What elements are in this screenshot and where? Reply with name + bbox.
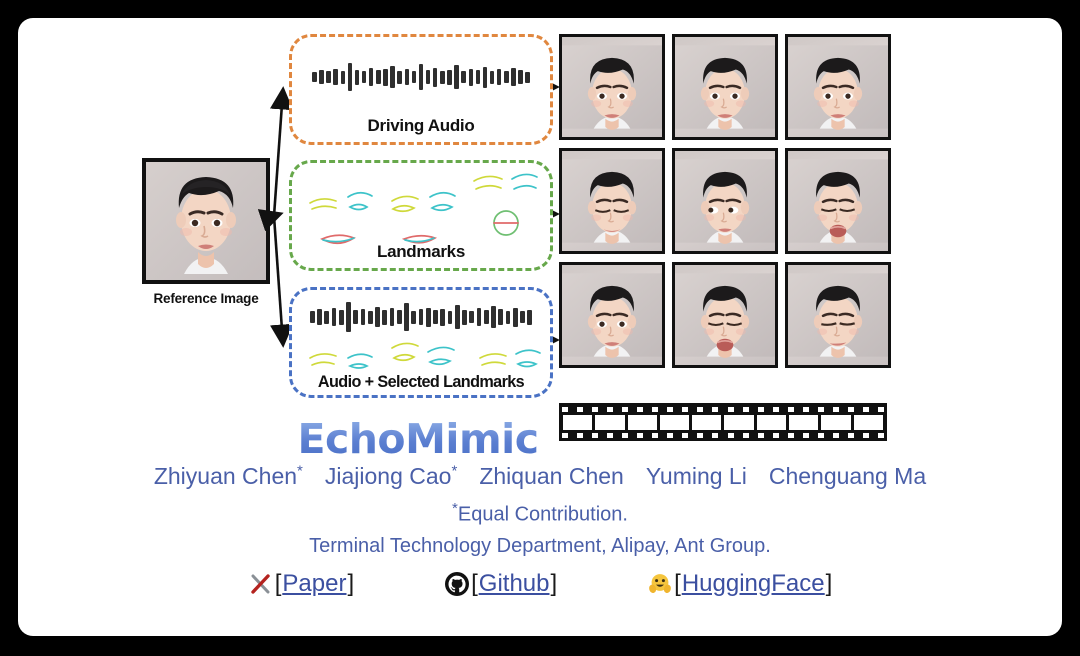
huggingface-icon xyxy=(649,574,672,594)
modality-box-driving-audio[interactable]: Driving Audio xyxy=(289,34,553,145)
reference-image-label: Reference Image xyxy=(153,291,259,306)
output-frame xyxy=(559,262,665,368)
paper-bracket-close: ] xyxy=(347,570,355,597)
output-row xyxy=(559,148,891,254)
author-name: Zhiquan Chen xyxy=(479,462,624,489)
arxiv-icon xyxy=(251,574,270,594)
author-block: Zhiyuan Chen* Jiajiong Cao* Zhiquan Chen Yu… xyxy=(18,456,1062,561)
paper-link-text: Paper xyxy=(282,570,347,597)
film-sprocket-holes-bottom xyxy=(562,432,884,438)
github-bracket-open: [ xyxy=(471,570,478,597)
method-diagram: Reference Image Driving Audio Landmarks … xyxy=(18,18,1062,463)
hf-bracket-close: ] xyxy=(825,570,833,597)
modality-label-driving-audio: Driving Audio xyxy=(367,116,475,135)
affiliation: Terminal Technology Department, Alipay, … xyxy=(309,535,771,558)
output-frame xyxy=(672,34,778,140)
paper-link[interactable]: [Paper] xyxy=(248,570,354,598)
author-star: * xyxy=(297,462,303,479)
output-row xyxy=(559,262,891,368)
paper-bracket-open: [ xyxy=(274,570,282,597)
github-link-text: Github xyxy=(478,570,550,597)
modality-box-audio-landmarks[interactable]: Audio + Selected Landmarks xyxy=(289,287,553,398)
film-frames xyxy=(563,414,883,430)
output-frames-grid xyxy=(559,34,891,376)
reference-image-block: Reference Image xyxy=(142,158,270,306)
github-icon xyxy=(445,572,470,596)
github-bracket-close: ] xyxy=(550,570,558,597)
author-star: * xyxy=(451,462,458,479)
equal-contribution-text: Equal Contribution. xyxy=(457,503,628,526)
film-sprocket-holes-top xyxy=(562,406,884,412)
link-row: [Paper] [Github] [HuggingFace] xyxy=(18,570,1062,598)
modality-label-audio-landmarks: Audio + Selected Landmarks xyxy=(317,373,525,391)
poster-card: Reference Image Driving Audio Landmarks … xyxy=(18,18,1062,636)
output-row xyxy=(559,34,891,140)
portrait-illustration xyxy=(146,162,266,280)
audio-waveform xyxy=(312,57,530,97)
author-names: Zhiyuan Chen* Jiajiong Cao* Zhiquan Chen Yu… xyxy=(18,456,1062,491)
author-name: Jiajiong Cao* xyxy=(324,462,458,489)
output-frame xyxy=(672,262,778,368)
output-frame xyxy=(785,148,891,254)
modality-label-landmarks: Landmarks xyxy=(376,242,465,261)
github-link[interactable]: [Github] xyxy=(444,570,557,598)
equal-contribution-note: *Equal Contribution. xyxy=(18,494,1062,530)
output-frame xyxy=(559,148,665,254)
output-frame xyxy=(785,34,891,140)
huggingface-link[interactable]: [HuggingFace] xyxy=(647,570,832,598)
hf-bracket-open: [ xyxy=(674,570,681,597)
output-frame xyxy=(785,262,891,368)
film-strip xyxy=(559,403,887,441)
author-name: Chenguang Ma xyxy=(768,462,927,489)
output-frame xyxy=(672,148,778,254)
hf-link-text: HuggingFace xyxy=(681,570,825,597)
author-name: Zhiyuan Chen* xyxy=(153,462,303,489)
reference-image xyxy=(142,158,270,284)
author-name: Yuming Li xyxy=(645,462,747,489)
output-frame xyxy=(559,34,665,140)
modality-box-landmarks[interactable]: Landmarks xyxy=(289,160,553,271)
